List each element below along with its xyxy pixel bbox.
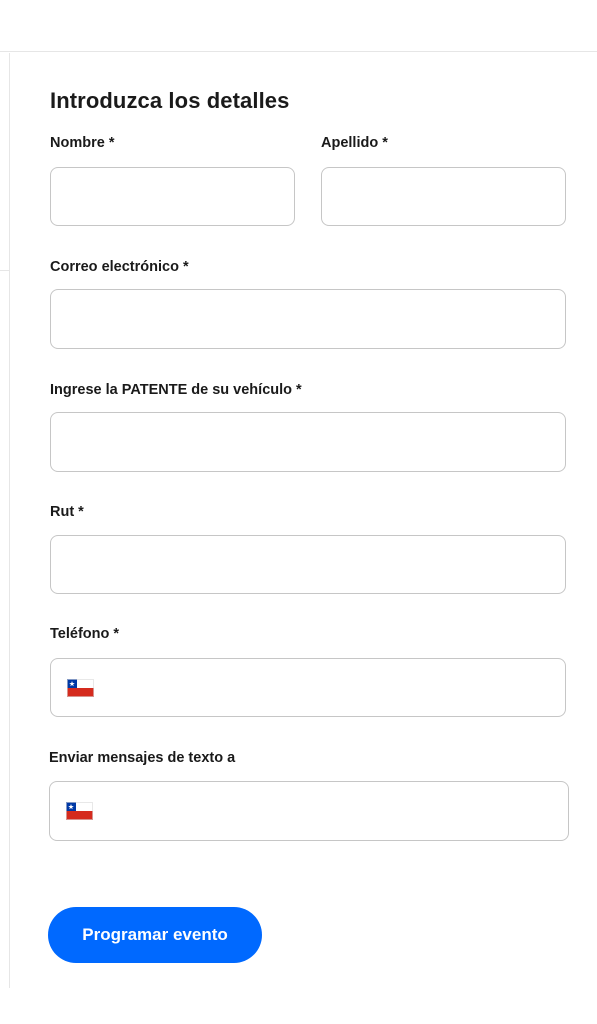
phone-label: Teléfono * [50,626,120,642]
chile-flag-icon[interactable] [67,679,94,697]
first-name-input[interactable] [50,167,295,226]
left-panel-divider [9,53,10,988]
email-input[interactable] [50,289,566,349]
sms-phone-input[interactable] [106,782,554,842]
last-name-label: Apellido * [321,135,388,151]
sms-label: Enviar mensajes de texto a [49,750,236,766]
email-label: Correo electrónico * [50,259,189,275]
rut-input[interactable] [50,535,566,594]
last-name-input[interactable] [321,167,566,226]
sms-phone-field[interactable] [49,781,569,842]
phone-input[interactable] [107,659,551,718]
left-panel-rule [0,270,9,271]
first-name-label: Nombre * [50,135,115,151]
plate-input[interactable] [50,412,566,472]
chile-flag-icon[interactable] [66,802,93,820]
rut-label: Rut * [50,504,84,520]
schedule-event-button[interactable]: Programar evento [48,907,262,963]
phone-field[interactable] [50,658,566,718]
plate-label: Ingrese la PATENTE de su vehículo * [50,382,302,398]
form-heading: Introduzca los detalles [50,88,290,113]
top-bar [0,0,597,52]
